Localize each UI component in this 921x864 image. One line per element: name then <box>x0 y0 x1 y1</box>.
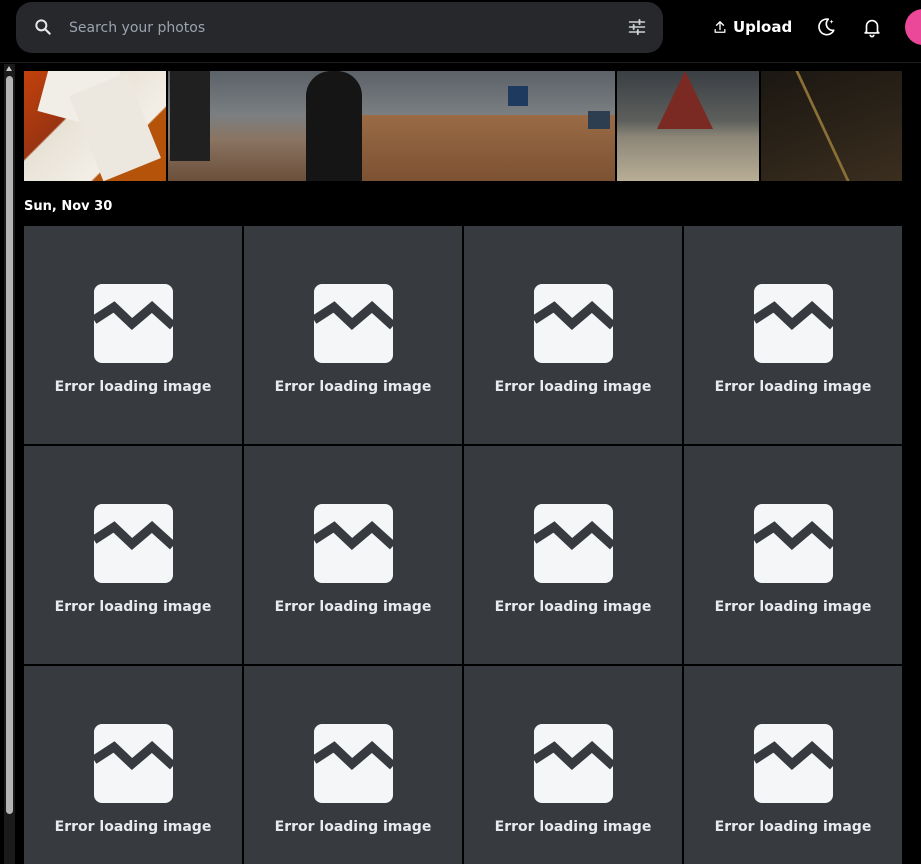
photo-tile[interactable]: Error loading image <box>684 666 902 864</box>
tile-error-message: Error loading image <box>54 819 212 835</box>
edge-fragment <box>916 836 921 848</box>
photo-tile[interactable]: Error loading image <box>464 446 682 664</box>
scrollbar[interactable] <box>4 64 15 864</box>
scrollbar-thumb[interactable] <box>6 76 13 814</box>
upload-icon <box>714 21 726 33</box>
broken-image-icon <box>753 724 833 803</box>
photo-tile[interactable]: Error loading image <box>684 446 902 664</box>
scroll-up-arrow-icon[interactable] <box>6 66 12 71</box>
tune-icon[interactable] <box>627 17 647 37</box>
photo-thumbnail[interactable] <box>24 71 166 181</box>
broken-image-icon <box>313 724 393 803</box>
tile-error-message: Error loading image <box>54 599 212 615</box>
broken-image-icon <box>93 284 173 363</box>
search-icon[interactable] <box>33 17 53 37</box>
tile-error-message: Error loading image <box>494 819 652 835</box>
photo-tile[interactable]: Error loading image <box>24 446 242 664</box>
edge-fragment <box>916 493 921 505</box>
bell-icon[interactable] <box>861 16 883 38</box>
upload-label: Upload <box>733 18 793 36</box>
date-group-header: Sun, Nov 30 <box>24 199 113 214</box>
broken-image-icon <box>753 504 833 583</box>
broken-image-icon <box>313 504 393 583</box>
tile-error-message: Error loading image <box>494 599 652 615</box>
photo-tile[interactable]: Error loading image <box>244 666 462 864</box>
photo-thumbnail[interactable] <box>168 71 615 181</box>
broken-image-icon <box>313 284 393 363</box>
tile-error-message: Error loading image <box>54 379 212 395</box>
tile-error-message: Error loading image <box>274 819 432 835</box>
tile-error-message: Error loading image <box>714 599 872 615</box>
upload-button[interactable]: Upload <box>705 10 800 44</box>
top-bar: Upload <box>0 0 921 63</box>
photo-tile[interactable]: Error loading image <box>24 666 242 864</box>
broken-image-icon <box>533 724 613 803</box>
photo-tile[interactable]: Error loading image <box>244 226 462 444</box>
photo-tile[interactable]: Error loading image <box>244 446 462 664</box>
tile-error-message: Error loading image <box>274 599 432 615</box>
tile-error-message: Error loading image <box>714 819 872 835</box>
broken-image-icon <box>93 504 173 583</box>
tile-error-message: Error loading image <box>494 379 652 395</box>
broken-image-icon <box>753 284 833 363</box>
photos-page: Upload Sun, Nov 30 Error loadin <box>0 0 921 864</box>
tile-error-message: Error loading image <box>274 379 432 395</box>
photo-tile[interactable]: Error loading image <box>684 226 902 444</box>
broken-image-icon <box>533 284 613 363</box>
avatar[interactable] <box>905 9 921 45</box>
photo-tile[interactable]: Error loading image <box>24 226 242 444</box>
broken-image-icon <box>533 504 613 583</box>
theme-toggle-icon[interactable] <box>815 16 837 38</box>
broken-image-icon <box>93 724 173 803</box>
search-bar[interactable] <box>16 2 663 53</box>
photo-thumbnail[interactable] <box>617 71 759 181</box>
photo-tile[interactable]: Error loading image <box>464 666 682 864</box>
search-input[interactable] <box>69 2 609 53</box>
photo-tile[interactable]: Error loading image <box>464 226 682 444</box>
tile-error-message: Error loading image <box>714 379 872 395</box>
photo-thumbnail[interactable] <box>761 71 902 181</box>
